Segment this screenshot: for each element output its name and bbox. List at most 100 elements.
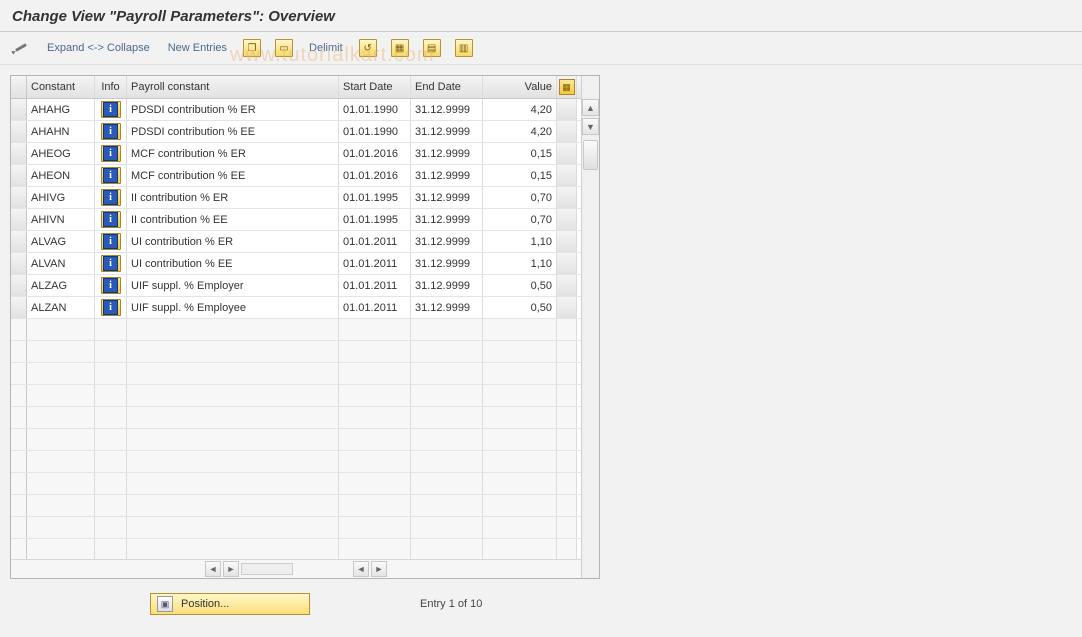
- row-selector[interactable]: [11, 319, 27, 340]
- cell-constant[interactable]: AHEON: [27, 165, 95, 186]
- vertical-scrollbar[interactable]: ▲ ▼: [581, 76, 599, 578]
- info-button[interactable]: i: [101, 167, 121, 184]
- cell-constant[interactable]: [27, 429, 95, 450]
- cell-start-date[interactable]: [339, 473, 411, 494]
- table-row[interactable]: AHIVN i II contribution % EE 01.01.1995 …: [11, 209, 581, 231]
- col-header-config[interactable]: ▦: [557, 76, 577, 98]
- hscroll-left-icon-2[interactable]: ◄: [353, 561, 369, 577]
- table-row-empty[interactable]: [11, 539, 581, 559]
- cell-constant[interactable]: [27, 517, 95, 538]
- cell-value[interactable]: 0,70: [483, 209, 557, 230]
- cell-payroll-constant[interactable]: UI contribution % EE: [127, 253, 339, 274]
- cell-end-date[interactable]: 31.12.9999: [411, 209, 483, 230]
- row-selector[interactable]: [11, 99, 27, 120]
- expand-collapse-button[interactable]: Expand <-> Collapse: [40, 38, 157, 58]
- cell-start-date[interactable]: 01.01.1990: [339, 121, 411, 142]
- cell-payroll-constant[interactable]: MCF contribution % EE: [127, 165, 339, 186]
- cell-info[interactable]: [95, 451, 127, 472]
- cell-end-date[interactable]: [411, 473, 483, 494]
- cell-start-date[interactable]: 01.01.2011: [339, 275, 411, 296]
- table-row-empty[interactable]: [11, 341, 581, 363]
- table-row-empty[interactable]: [11, 407, 581, 429]
- position-button[interactable]: ▣ Position...: [150, 593, 310, 615]
- info-button[interactable]: i: [101, 101, 121, 118]
- row-selector[interactable]: [11, 429, 27, 450]
- cell-start-date[interactable]: 01.01.1990: [339, 99, 411, 120]
- cell-payroll-constant[interactable]: [127, 341, 339, 362]
- cell-constant[interactable]: ALZAG: [27, 275, 95, 296]
- row-selector[interactable]: [11, 143, 27, 164]
- info-button[interactable]: i: [101, 277, 121, 294]
- table-row-empty[interactable]: [11, 473, 581, 495]
- cell-payroll-constant[interactable]: [127, 473, 339, 494]
- cell-value[interactable]: [483, 319, 557, 340]
- cell-info[interactable]: i: [95, 253, 127, 274]
- cell-end-date[interactable]: [411, 539, 483, 559]
- table-row[interactable]: AHEON i MCF contribution % EE 01.01.2016…: [11, 165, 581, 187]
- cell-end-date[interactable]: [411, 495, 483, 516]
- row-selector[interactable]: [11, 539, 27, 559]
- delete-button[interactable]: ▭: [270, 38, 298, 58]
- hscroll-right-icon-2[interactable]: ►: [371, 561, 387, 577]
- table-row-empty[interactable]: [11, 385, 581, 407]
- cell-info[interactable]: i: [95, 99, 127, 120]
- col-header-payroll-constant[interactable]: Payroll constant: [127, 76, 339, 98]
- cell-constant[interactable]: ALZAN: [27, 297, 95, 318]
- row-selector[interactable]: [11, 297, 27, 318]
- cell-payroll-constant[interactable]: PDSDI contribution % EE: [127, 121, 339, 142]
- cell-end-date[interactable]: 31.12.9999: [411, 275, 483, 296]
- cell-payroll-constant[interactable]: II contribution % EE: [127, 209, 339, 230]
- hscroll-track[interactable]: [241, 563, 293, 575]
- cell-start-date[interactable]: 01.01.1995: [339, 209, 411, 230]
- cell-constant[interactable]: ALVAN: [27, 253, 95, 274]
- cell-start-date[interactable]: 01.01.1995: [339, 187, 411, 208]
- cell-payroll-constant[interactable]: [127, 495, 339, 516]
- vscroll-down-icon[interactable]: ▼: [582, 118, 599, 135]
- cell-constant[interactable]: [27, 363, 95, 384]
- cell-start-date[interactable]: [339, 319, 411, 340]
- cell-info[interactable]: [95, 385, 127, 406]
- info-button[interactable]: i: [101, 255, 121, 272]
- copy-button[interactable]: ❐: [238, 38, 266, 58]
- info-button[interactable]: i: [101, 189, 121, 206]
- table-row[interactable]: ALZAN i UIF suppl. % Employee 01.01.2011…: [11, 297, 581, 319]
- cell-info[interactable]: i: [95, 187, 127, 208]
- undo-button[interactable]: ↺: [354, 38, 382, 58]
- cell-constant[interactable]: [27, 319, 95, 340]
- horizontal-scrollbar[interactable]: ◄ ► ◄ ►: [11, 559, 581, 578]
- col-header-value[interactable]: Value: [483, 76, 557, 98]
- row-selector[interactable]: [11, 495, 27, 516]
- cell-payroll-constant[interactable]: [127, 363, 339, 384]
- cell-constant[interactable]: AHAHG: [27, 99, 95, 120]
- cell-payroll-constant[interactable]: MCF contribution % ER: [127, 143, 339, 164]
- row-selector[interactable]: [11, 253, 27, 274]
- cell-info[interactable]: [95, 517, 127, 538]
- cell-info[interactable]: i: [95, 209, 127, 230]
- cell-info[interactable]: i: [95, 165, 127, 186]
- cell-info[interactable]: [95, 319, 127, 340]
- info-button[interactable]: i: [101, 233, 121, 250]
- cell-end-date[interactable]: [411, 429, 483, 450]
- cell-value[interactable]: 0,15: [483, 165, 557, 186]
- cell-value[interactable]: 1,10: [483, 253, 557, 274]
- cell-constant[interactable]: [27, 495, 95, 516]
- cell-start-date[interactable]: 01.01.2016: [339, 143, 411, 164]
- cell-value[interactable]: 0,50: [483, 275, 557, 296]
- row-selector[interactable]: [11, 517, 27, 538]
- table-row-empty[interactable]: [11, 517, 581, 539]
- select-block-button[interactable]: ▤: [418, 38, 446, 58]
- cell-payroll-constant[interactable]: UIF suppl. % Employee: [127, 297, 339, 318]
- cell-end-date[interactable]: [411, 341, 483, 362]
- cell-end-date[interactable]: [411, 363, 483, 384]
- cell-value[interactable]: [483, 363, 557, 384]
- info-button[interactable]: i: [101, 145, 121, 162]
- vscroll-thumb[interactable]: [583, 140, 598, 170]
- col-header-end-date[interactable]: End Date: [411, 76, 483, 98]
- cell-value[interactable]: 4,20: [483, 121, 557, 142]
- cell-payroll-constant[interactable]: [127, 407, 339, 428]
- cell-value[interactable]: [483, 385, 557, 406]
- cell-constant[interactable]: AHEOG: [27, 143, 95, 164]
- cell-value[interactable]: [483, 495, 557, 516]
- cell-value[interactable]: 4,20: [483, 99, 557, 120]
- table-row[interactable]: AHIVG i II contribution % ER 01.01.1995 …: [11, 187, 581, 209]
